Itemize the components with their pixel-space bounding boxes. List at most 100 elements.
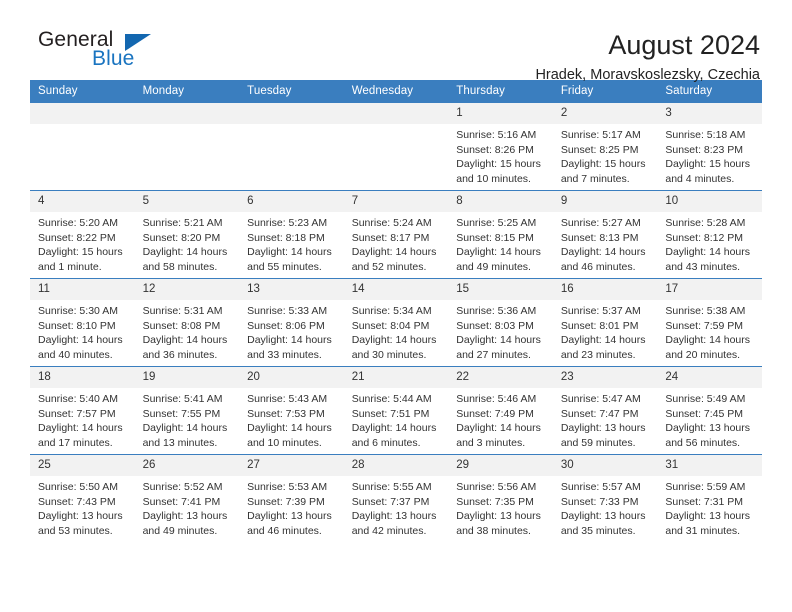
day-number: 17 (657, 279, 762, 300)
sunset-time: Sunset: 7:39 PM (247, 495, 325, 508)
day-number: 30 (552, 455, 658, 476)
daylight-duration-line2: and 27 minutes. (456, 348, 531, 361)
calendar-day-cell[interactable]: 4 Sunrise: 5:20 AM Sunset: 8:22 PM Daylight… (30, 190, 135, 279)
calendar-day-cell[interactable]: 9 Sunrise: 5:27 AM Sunset: 8:13 PM Daylight… (552, 190, 658, 279)
daylight-duration-line1: Daylight: 14 hours (38, 334, 123, 346)
daylight-duration-line2: and 3 minutes. (456, 436, 526, 449)
sunrise-time: Sunrise: 5:57 AM (560, 481, 641, 493)
sunrise-time: Sunrise: 5:38 AM (665, 305, 746, 317)
calendar-day-cell[interactable]: 8 Sunrise: 5:25 AM Sunset: 8:15 PM Daylight… (448, 190, 553, 279)
calendar-day-cell[interactable]: 22 Sunrise: 5:46 AM Sunset: 7:49 PM Dayligh… (448, 366, 553, 455)
day-details: Sunrise: 5:59 AM Sunset: 7:31 PM Daylight:… (657, 476, 762, 538)
daylight-duration-line1: Daylight: 14 hours (560, 246, 646, 258)
daylight-duration-line1: Daylight: 14 hours (665, 334, 751, 346)
calendar-day-cell[interactable]: 30 Sunrise: 5:57 AM Sunset: 7:33 PM Dayligh… (552, 454, 658, 543)
calendar-empty-cell (239, 102, 344, 191)
sunrise-time: Sunrise: 5:55 AM (351, 481, 432, 493)
day-details: Sunrise: 5:40 AM Sunset: 7:57 PM Daylight:… (30, 388, 135, 450)
sunrise-time: Sunrise: 5:24 AM (351, 217, 432, 229)
calendar-week-row: 11 Sunrise: 5:30 AM Sunset: 8:10 PM Dayligh… (30, 278, 762, 367)
day-number: 11 (30, 279, 135, 300)
day-number: 2 (552, 103, 658, 124)
day-number: 29 (448, 455, 553, 476)
sunset-time: Sunset: 8:08 PM (142, 319, 221, 332)
sunset-time: Sunset: 7:43 PM (38, 495, 116, 508)
daylight-duration-line1: Daylight: 15 hours (38, 246, 123, 258)
day-number: 13 (239, 279, 344, 300)
day-details: Sunrise: 5:23 AM Sunset: 8:18 PM Daylight:… (239, 212, 344, 274)
general-blue-logo[interactable]: General Blue (30, 28, 190, 76)
daylight-duration-line1: Daylight: 15 hours (456, 158, 541, 170)
calendar-day-cell[interactable]: 12 Sunrise: 5:31 AM Sunset: 8:08 PM Dayligh… (134, 278, 240, 367)
sunset-time: Sunset: 7:33 PM (560, 495, 639, 508)
calendar-day-cell[interactable]: 26 Sunrise: 5:52 AM Sunset: 7:41 PM Dayligh… (134, 454, 240, 543)
day-number: 16 (552, 279, 658, 300)
calendar-day-cell[interactable]: 28 Sunrise: 5:55 AM Sunset: 7:37 PM Dayligh… (343, 454, 449, 543)
calendar-day-cell[interactable]: 5 Sunrise: 5:21 AM Sunset: 8:20 PM Daylight… (134, 190, 240, 279)
calendar-day-cell[interactable]: 31 Sunrise: 5:59 AM Sunset: 7:31 PM Dayligh… (657, 454, 762, 543)
day-details: Sunrise: 5:17 AM Sunset: 8:25 PM Daylight:… (553, 124, 658, 186)
weekday-header-sunday: Sunday (30, 80, 135, 103)
daylight-duration-line2: and 7 minutes. (560, 172, 630, 185)
daylight-duration-line2: and 36 minutes. (142, 348, 218, 361)
day-number: 18 (30, 367, 135, 388)
daylight-duration-line2: and 53 minutes. (38, 524, 113, 537)
calendar-day-cell[interactable]: 11 Sunrise: 5:30 AM Sunset: 8:10 PM Dayligh… (30, 278, 135, 367)
calendar-day-cell[interactable]: 27 Sunrise: 5:53 AM Sunset: 7:39 PM Dayligh… (239, 454, 344, 543)
calendar-day-cell[interactable]: 19 Sunrise: 5:41 AM Sunset: 7:55 PM Dayligh… (134, 366, 240, 455)
sunset-time: Sunset: 8:23 PM (665, 143, 744, 156)
calendar-day-cell[interactable]: 17 Sunrise: 5:38 AM Sunset: 7:59 PM Dayligh… (657, 278, 762, 367)
daylight-duration-line2: and 10 minutes. (247, 436, 322, 449)
daylight-duration-line1: Daylight: 13 hours (560, 510, 646, 522)
calendar-day-cell[interactable]: 18 Sunrise: 5:40 AM Sunset: 7:57 PM Dayligh… (30, 366, 135, 455)
day-number: 22 (448, 367, 553, 388)
day-details: Sunrise: 5:53 AM Sunset: 7:39 PM Daylight:… (239, 476, 344, 538)
page-subtitle: Hradek, Moravskoslezsky, Czechia (535, 67, 760, 83)
day-number: 20 (239, 367, 344, 388)
sunset-time: Sunset: 8:12 PM (665, 231, 744, 244)
calendar-day-cell[interactable]: 13 Sunrise: 5:33 AM Sunset: 8:06 PM Dayligh… (239, 278, 344, 367)
calendar-day-cell[interactable]: 20 Sunrise: 5:43 AM Sunset: 7:53 PM Dayligh… (239, 366, 344, 455)
daylight-duration-line1: Daylight: 14 hours (142, 334, 228, 346)
day-number (343, 103, 449, 124)
day-details: Sunrise: 5:34 AM Sunset: 8:04 PM Daylight:… (344, 300, 449, 362)
day-number: 25 (30, 455, 135, 476)
calendar-day-cell[interactable]: 2 Sunrise: 5:17 AM Sunset: 8:25 PM Daylight… (552, 102, 658, 191)
calendar-day-cell[interactable]: 1 Sunrise: 5:16 AM Sunset: 8:26 PM Daylight… (448, 102, 553, 191)
daylight-duration-line2: and 46 minutes. (247, 524, 322, 537)
daylight-duration-line2: and 6 minutes. (351, 436, 421, 449)
sunset-time: Sunset: 8:18 PM (247, 231, 325, 244)
calendar-day-cell[interactable]: 15 Sunrise: 5:36 AM Sunset: 8:03 PM Dayligh… (448, 278, 553, 367)
daylight-duration-line2: and 23 minutes. (560, 348, 636, 361)
daylight-duration-line1: Daylight: 13 hours (665, 510, 751, 522)
weekday-header-tuesday: Tuesday (239, 80, 344, 103)
day-number: 8 (448, 191, 553, 212)
day-details: Sunrise: 5:46 AM Sunset: 7:49 PM Daylight:… (448, 388, 553, 450)
day-number: 10 (657, 191, 762, 212)
daylight-duration-line2: and 33 minutes. (247, 348, 322, 361)
calendar-day-cell[interactable]: 23 Sunrise: 5:47 AM Sunset: 7:47 PM Dayligh… (552, 366, 658, 455)
daylight-duration-line2: and 49 minutes. (142, 524, 218, 537)
calendar-day-cell[interactable]: 7 Sunrise: 5:24 AM Sunset: 8:17 PM Daylight… (343, 190, 449, 279)
day-details: Sunrise: 5:28 AM Sunset: 8:12 PM Daylight:… (657, 212, 762, 274)
calendar-day-cell[interactable]: 29 Sunrise: 5:56 AM Sunset: 7:35 PM Dayligh… (448, 454, 553, 543)
calendar-day-cell[interactable]: 14 Sunrise: 5:34 AM Sunset: 8:04 PM Dayligh… (343, 278, 449, 367)
calendar-body: 1 Sunrise: 5:16 AM Sunset: 8:26 PM Daylight… (30, 102, 762, 543)
day-number (134, 103, 240, 124)
calendar-day-cell[interactable]: 25 Sunrise: 5:50 AM Sunset: 7:43 PM Dayligh… (30, 454, 135, 543)
calendar-day-cell[interactable]: 16 Sunrise: 5:37 AM Sunset: 8:01 PM Dayligh… (552, 278, 658, 367)
sunset-time: Sunset: 7:49 PM (456, 407, 534, 420)
day-number: 21 (343, 367, 449, 388)
sunrise-time: Sunrise: 5:52 AM (142, 481, 223, 493)
daylight-duration-line2: and 59 minutes. (560, 436, 636, 449)
calendar-day-cell[interactable]: 10 Sunrise: 5:28 AM Sunset: 8:12 PM Dayligh… (657, 190, 762, 279)
day-number: 31 (657, 455, 762, 476)
day-details: Sunrise: 5:25 AM Sunset: 8:15 PM Daylight:… (448, 212, 553, 274)
day-details: Sunrise: 5:52 AM Sunset: 7:41 PM Daylight:… (135, 476, 240, 538)
daylight-duration-line1: Daylight: 14 hours (560, 334, 646, 346)
calendar-day-cell[interactable]: 3 Sunrise: 5:18 AM Sunset: 8:23 PM Daylight… (657, 102, 762, 191)
calendar-day-cell[interactable]: 24 Sunrise: 5:49 AM Sunset: 7:45 PM Dayligh… (657, 366, 762, 455)
sunset-time: Sunset: 8:25 PM (560, 143, 639, 156)
calendar-day-cell[interactable]: 21 Sunrise: 5:44 AM Sunset: 7:51 PM Dayligh… (343, 366, 449, 455)
calendar-day-cell[interactable]: 6 Sunrise: 5:23 AM Sunset: 8:18 PM Daylight… (239, 190, 344, 279)
